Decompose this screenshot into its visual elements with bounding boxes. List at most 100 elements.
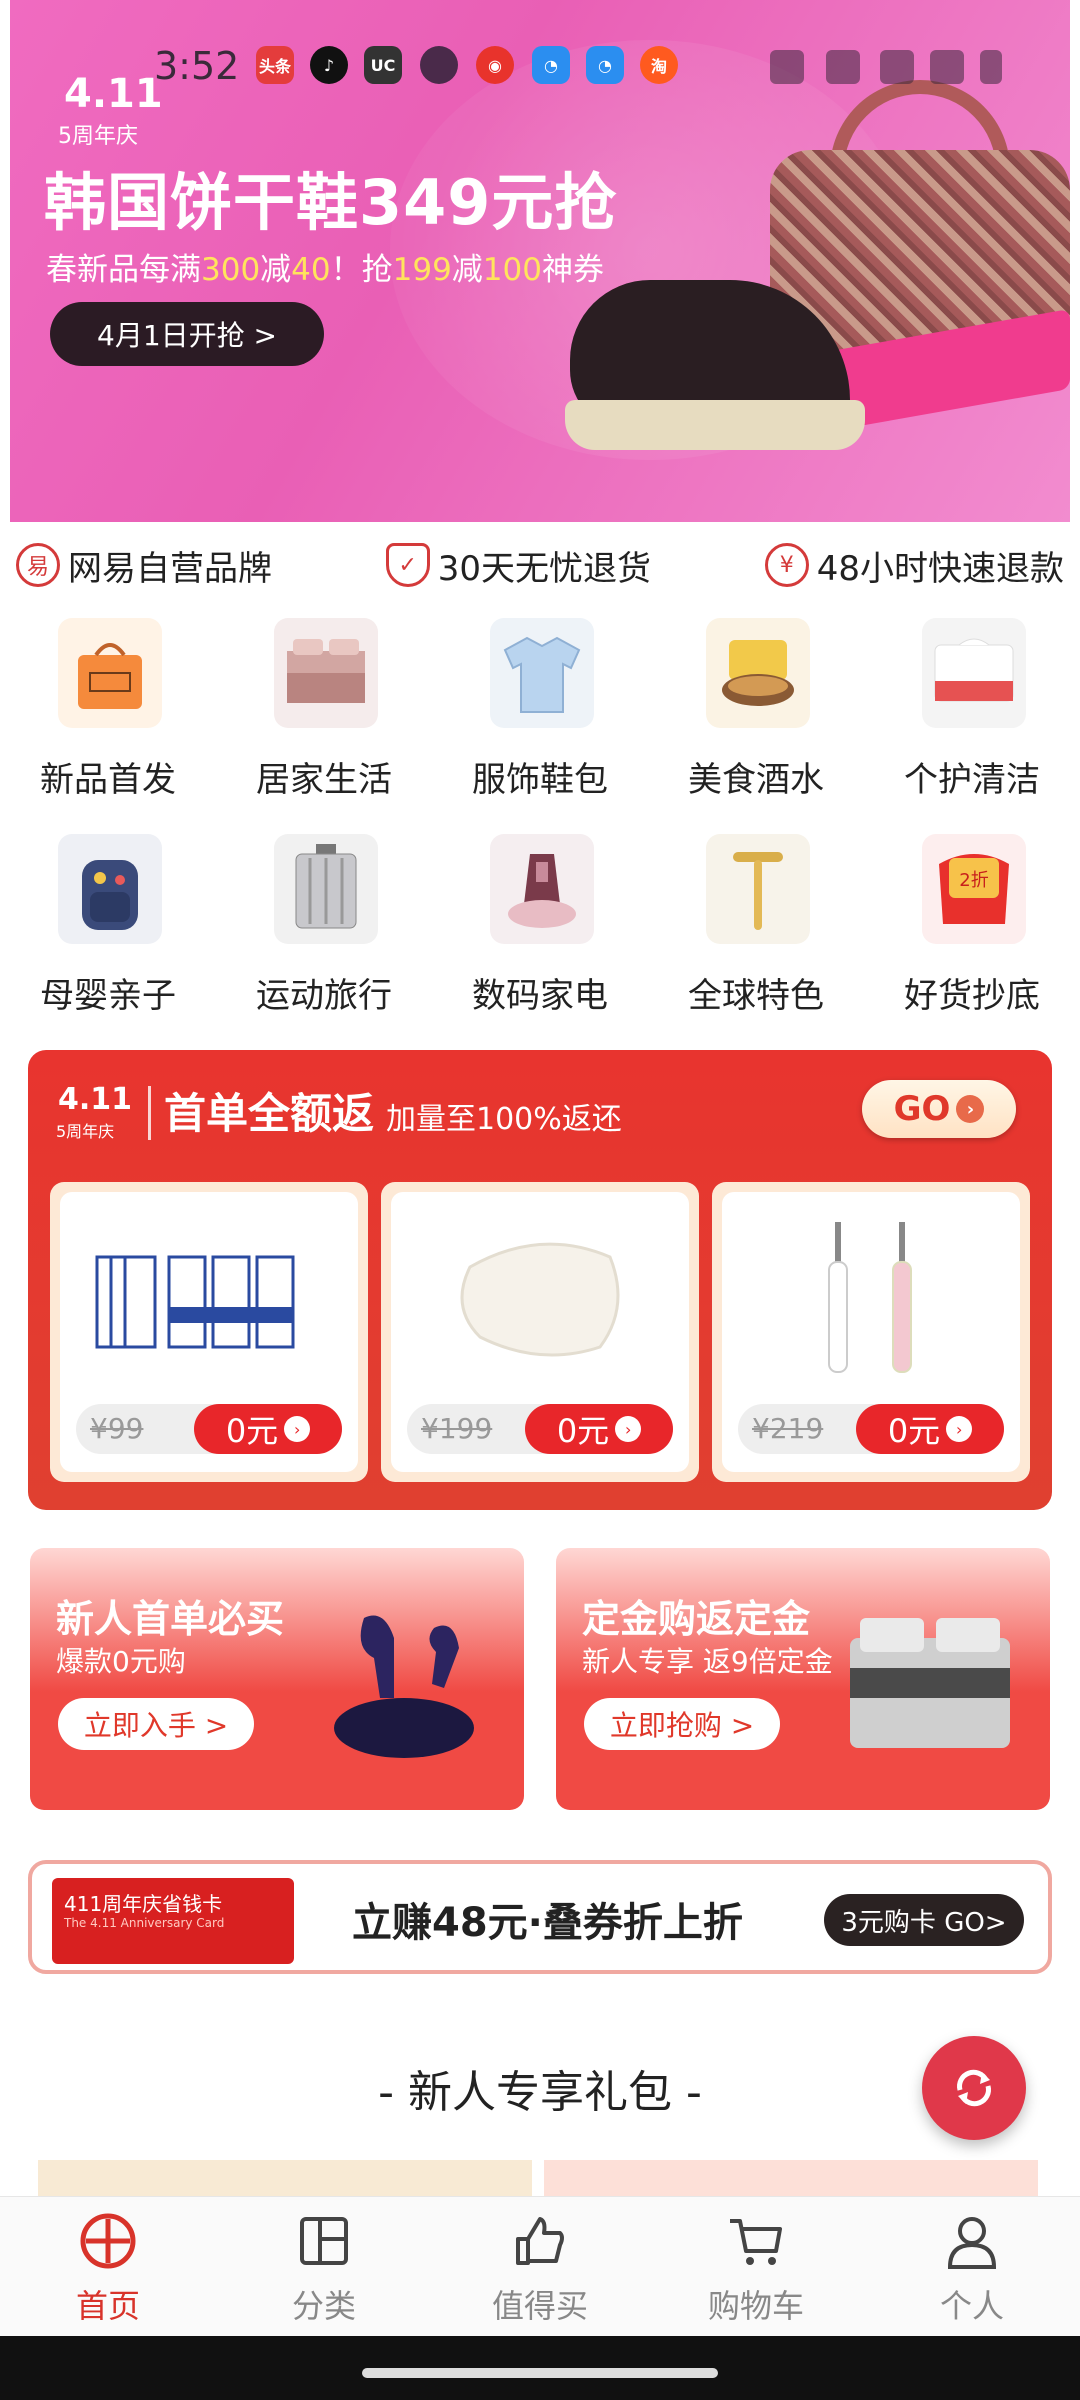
guarantee-bar: 易 网易自营品牌 ✓ 30天无忧退货 ¥ 48小时快速退款 — [0, 530, 1080, 600]
netease-music-icon: ◉ — [476, 46, 514, 84]
buy-now-button[interactable]: 立即抢购 > — [584, 1698, 780, 1750]
home-icon — [78, 2211, 138, 2271]
original-price: ¥219 — [752, 1412, 824, 1445]
gift-pack-right[interactable] — [544, 2160, 1038, 2200]
nav-worth-buying[interactable]: 值得买 — [432, 2197, 648, 2336]
category-label: 居家生活 — [256, 760, 392, 800]
cart-icon — [726, 2211, 786, 2271]
battery-icon — [980, 50, 1002, 84]
zero-price-button[interactable]: 0元 › — [856, 1404, 1004, 1454]
nav-label: 分类 — [291, 2287, 356, 2325]
category-new-arrivals[interactable]: 新品首发 — [8, 610, 208, 810]
chevron-right-icon: › — [946, 1416, 973, 1442]
category-label: 个护清洁 — [904, 760, 1040, 800]
category-home-living[interactable]: 居家生活 — [224, 610, 424, 810]
nav-label: 购物车 — [707, 2287, 804, 2325]
category-sports-travel[interactable]: 运动旅行 — [224, 826, 424, 1026]
nav-label: 值得买 — [491, 2287, 588, 2325]
new-bag-icon — [58, 618, 162, 728]
price-pill: ¥99 0元 › — [76, 1404, 342, 1454]
browser-icon: ◔ — [532, 46, 570, 84]
status-bar: 3:52 头条 ♪ UC ◉ ◔ ◔ 淘 — [0, 0, 1080, 136]
category-digital-appliances[interactable]: 数码家电 — [440, 826, 640, 1026]
category-mother-baby[interactable]: 母婴亲子 — [8, 826, 208, 1026]
signal-icon-2 — [930, 50, 964, 84]
suitcase-icon — [274, 834, 378, 944]
category-global[interactable]: 全球特色 — [656, 826, 856, 1026]
gift-pack-preview — [38, 2160, 1042, 2200]
promo-product-card[interactable]: ¥199 0元 › — [381, 1182, 699, 1482]
category-bargains[interactable]: 2折 好货抄底 — [872, 826, 1072, 1026]
backpack-icon — [58, 834, 162, 944]
person-icon — [942, 2211, 1002, 2271]
promo-divider — [148, 1086, 151, 1140]
original-price: ¥199 — [421, 1412, 493, 1445]
refresh-float-button[interactable] — [922, 2036, 1026, 2140]
nav-category[interactable]: 分类 — [216, 2197, 432, 2336]
category-label: 好货抄底 — [904, 976, 1040, 1016]
card-title: 新人首单必买 — [56, 1597, 285, 1641]
bottom-navigation: 首页 分类 值得买 购物车 个人 — [0, 2196, 1080, 2336]
discount-tag-icon: 2折 — [922, 834, 1026, 944]
guarantee-refund: ¥ 48小时快速退款 — [764, 541, 1064, 590]
promo-go-label: GO — [893, 1089, 951, 1129]
banner-cta-button[interactable]: 4月1日开抢 > — [50, 302, 324, 366]
taobao-icon: 淘 — [640, 46, 678, 84]
card-subtitle: 爆款0元购 — [56, 1645, 186, 1678]
category-personal-care[interactable]: 个护清洁 — [872, 610, 1072, 810]
zero-price-button[interactable]: 0元 › — [194, 1404, 342, 1454]
wifi-icon — [826, 50, 860, 84]
category-label: 母婴亲子 — [40, 976, 176, 1016]
home-indicator[interactable] — [362, 2368, 718, 2378]
bedding-icon — [274, 618, 378, 728]
category-apparel[interactable]: 服饰鞋包 — [440, 610, 640, 810]
mute-icon — [770, 50, 804, 84]
toutiao-icon: 头条 — [256, 46, 294, 84]
category-icon — [294, 2211, 354, 2271]
card-title: 定金购返定金 — [582, 1597, 811, 1641]
category-label: 美食酒水 — [688, 760, 824, 800]
price-pill: ¥199 0元 › — [407, 1404, 673, 1454]
promo-product-card[interactable]: ¥99 0元 › — [50, 1182, 368, 1482]
guarantee-label: 30天无忧退货 — [437, 548, 651, 589]
grab-now-button[interactable]: 立即入手 > — [58, 1698, 254, 1750]
tissue-icon — [922, 618, 1026, 728]
category-label: 运动旅行 — [256, 976, 392, 1016]
zero-price-button[interactable]: 0元 › — [525, 1404, 673, 1454]
new-user-first-order-card[interactable]: 新人首单必买 爆款0元购 立即入手 > — [30, 1548, 524, 1810]
nav-profile[interactable]: 个人 — [864, 2197, 1080, 2336]
guarantee-label: 48小时快速退款 — [816, 548, 1064, 589]
savings-card-banner[interactable]: 411周年庆省钱卡 The 4.11 Anniversary Card 立赚48… — [28, 1860, 1052, 1974]
promo-product-card[interactable]: ¥219 0元 › — [712, 1182, 1030, 1482]
anniversary-card-image: 411周年庆省钱卡 The 4.11 Anniversary Card — [52, 1878, 294, 1964]
category-food-drinks[interactable]: 美食酒水 — [656, 610, 856, 810]
deposit-refund-card[interactable]: 定金购返定金 新人专享 返9倍定金 立即抢购 > — [556, 1548, 1050, 1810]
promo-price: 0元 — [887, 1412, 941, 1450]
category-label: 全球特色 — [688, 976, 824, 1016]
category-grid: 新品首发 居家生活 服饰鞋包 美食酒水 个护清洁 母婴亲子 运动旅行 数码家电 … — [0, 610, 1080, 1040]
status-time: 3:52 — [154, 44, 240, 88]
refresh-icon — [957, 2069, 991, 2107]
card-image-title: 411周年庆省钱卡 — [64, 1892, 223, 1916]
promo-go-button[interactable]: GO › — [862, 1080, 1016, 1138]
douyin-icon: ♪ — [310, 46, 348, 84]
netease-logo-icon: 易 — [16, 543, 60, 587]
buy-card-button[interactable]: 3元购卡 GO> — [824, 1894, 1024, 1946]
signal-icon — [880, 50, 914, 84]
price-pill: ¥219 0元 › — [738, 1404, 1004, 1454]
banner-title: 韩国饼干鞋349元抢 — [44, 166, 618, 239]
milk-icon — [80, 1212, 338, 1382]
promo-anniversary-sub: 5周年庆 — [56, 1122, 115, 1141]
nav-home[interactable]: 首页 — [0, 2197, 216, 2336]
promo-subtitle: 加量至100%返还 — [386, 1102, 622, 1137]
banner-subtitle: 春新品每满300减40！抢199减100神券 — [46, 252, 604, 288]
gift-pack-left[interactable] — [38, 2160, 532, 2200]
original-price: ¥99 — [90, 1412, 144, 1445]
sneaker-sole — [565, 400, 865, 450]
shirt-icon — [490, 618, 594, 728]
browser-icon-2: ◔ — [586, 46, 624, 84]
nav-cart[interactable]: 购物车 — [648, 2197, 864, 2336]
dark-app-icon — [420, 46, 458, 84]
chevron-right-icon: › — [956, 1095, 985, 1123]
beauty-roller-icon — [706, 834, 810, 944]
